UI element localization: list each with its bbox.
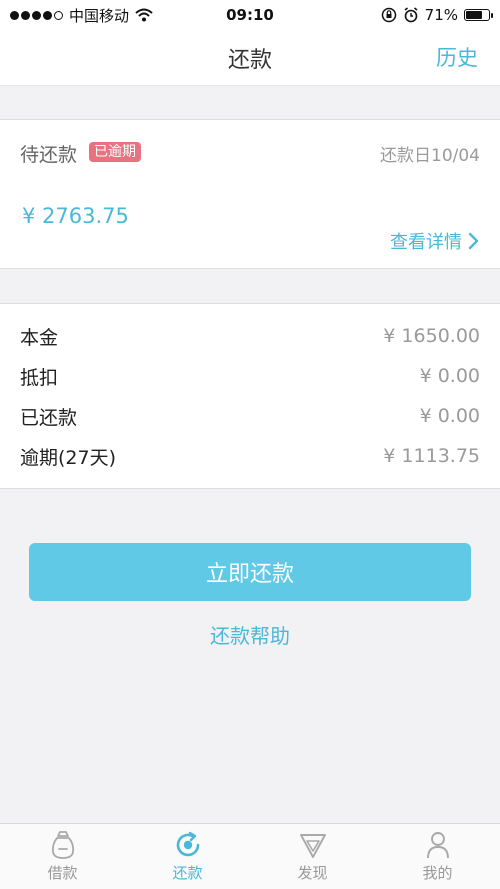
breakdown-value: ¥ 0.00 xyxy=(419,405,480,427)
alarm-icon xyxy=(404,7,418,23)
history-button[interactable]: 历史 xyxy=(436,42,478,72)
tab-label: 我的 xyxy=(422,864,453,882)
tab-label: 发现 xyxy=(297,864,328,882)
repay-now-button[interactable]: 立即还款 xyxy=(29,543,471,601)
tab-label: 借款 xyxy=(47,864,78,882)
breakdown-label: 抵扣 xyxy=(20,366,59,389)
view-details-link[interactable]: 查看详情 xyxy=(390,228,480,254)
tab-repay[interactable]: 还款 xyxy=(125,824,250,889)
nav-bar: 还款 历史 xyxy=(0,30,500,86)
battery-level xyxy=(466,11,482,19)
battery-percent: 71% xyxy=(424,6,458,24)
due-card: 待还款 已逾期 还款日10/04 ¥ 2763.75 查看详情 xyxy=(0,119,500,269)
breakdown-label: 逾期(27天) xyxy=(20,446,117,469)
wifi-icon xyxy=(135,8,153,22)
due-amount: ¥ 2763.75 xyxy=(22,204,129,228)
breakdown-value: ¥ 0.00 xyxy=(419,365,480,387)
repay-help-link[interactable]: 还款帮助 xyxy=(0,620,500,649)
repay-icon xyxy=(176,831,199,857)
status-left: 中国移动 xyxy=(10,5,153,26)
status-right: 71% xyxy=(381,6,493,24)
person-icon xyxy=(426,832,449,859)
status-bar: 中国移动 09:10 71% xyxy=(0,0,500,30)
breakdown-row-repaid: 已还款 ¥ 0.00 xyxy=(0,396,500,436)
breakdown-value: ¥ 1113.75 xyxy=(383,445,480,467)
breakdown-label: 已还款 xyxy=(20,406,78,429)
view-details-label: 查看详情 xyxy=(390,232,462,253)
tab-discover[interactable]: 发现 xyxy=(250,824,375,889)
tab-label: 还款 xyxy=(172,864,203,882)
page-title: 还款 xyxy=(227,47,272,73)
overdue-badge: 已逾期 xyxy=(89,142,141,162)
due-label: 待还款 xyxy=(20,144,78,166)
diamond-icon xyxy=(299,834,326,858)
breakdown-value: ¥ 1650.00 xyxy=(383,325,480,347)
bag-icon xyxy=(51,831,74,859)
breakdown-card: 本金 ¥ 1650.00 抵扣 ¥ 0.00 已还款 ¥ 0.00 逾期(27天… xyxy=(0,303,500,489)
carrier-name: 中国移动 xyxy=(69,6,130,25)
tab-borrow[interactable]: 借款 xyxy=(0,824,125,889)
breakdown-row-principal: 本金 ¥ 1650.00 xyxy=(0,316,500,356)
breakdown-label: 本金 xyxy=(20,326,59,349)
tab-bar: 借款 还款 发现 我的 xyxy=(0,823,500,889)
rotation-lock-icon xyxy=(381,7,396,23)
breakdown-row-deduction: 抵扣 ¥ 0.00 xyxy=(0,356,500,396)
tab-mine[interactable]: 我的 xyxy=(375,824,500,889)
battery-icon xyxy=(464,9,493,21)
breakdown-row-overdue: 逾期(27天) ¥ 1113.75 xyxy=(0,436,500,476)
signal-strength-icon xyxy=(10,10,63,20)
due-date: 还款日10/04 xyxy=(380,146,480,166)
chevron-right-icon xyxy=(468,232,479,250)
